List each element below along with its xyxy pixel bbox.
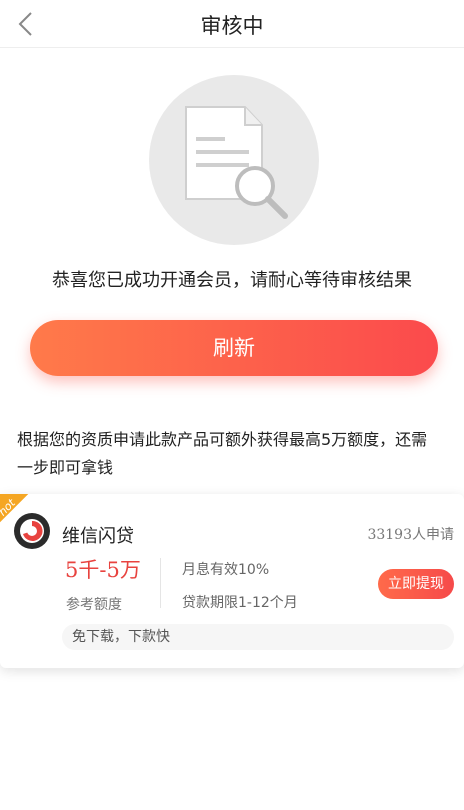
loan-amount: 5千-5万 — [65, 558, 141, 582]
review-illustration — [149, 75, 319, 245]
product-name: 维信闪贷 — [62, 526, 134, 547]
loan-amount-label: 参考额度 — [66, 597, 122, 613]
withdraw-button[interactable]: 立即提现 — [378, 569, 454, 599]
loan-term: 贷款期限1-12个月 — [182, 595, 298, 611]
description-line: 一步即可拿钱 — [17, 458, 114, 477]
product-card[interactable]: hot 维信闪贷 33193人申请 5千-5万 参考额度 月息有效10% 贷款期… — [0, 494, 464, 668]
page-title: 审核中 — [200, 14, 264, 38]
refresh-button[interactable]: 刷新 — [30, 320, 438, 376]
nav-bar: 审核中 — [0, 0, 464, 48]
description-line: 根据您的资质申请此款产品可额外获得最高5万额度，还需 — [17, 430, 428, 449]
applicant-count: 33193人申请 — [367, 527, 454, 543]
status-message: 恭喜您已成功开通会员，请耐心等待审核结果 — [52, 270, 412, 291]
document-search-icon — [185, 106, 288, 219]
interest-rate: 月息有效10% — [182, 562, 270, 578]
upsell-description: 根据您的资质申请此款产品可额外获得最高5万额度，还需 一步即可拿钱 — [17, 426, 464, 482]
product-logo-icon — [14, 513, 50, 549]
divider — [160, 558, 161, 608]
product-tagline: 免下载，下款快 — [62, 624, 454, 650]
